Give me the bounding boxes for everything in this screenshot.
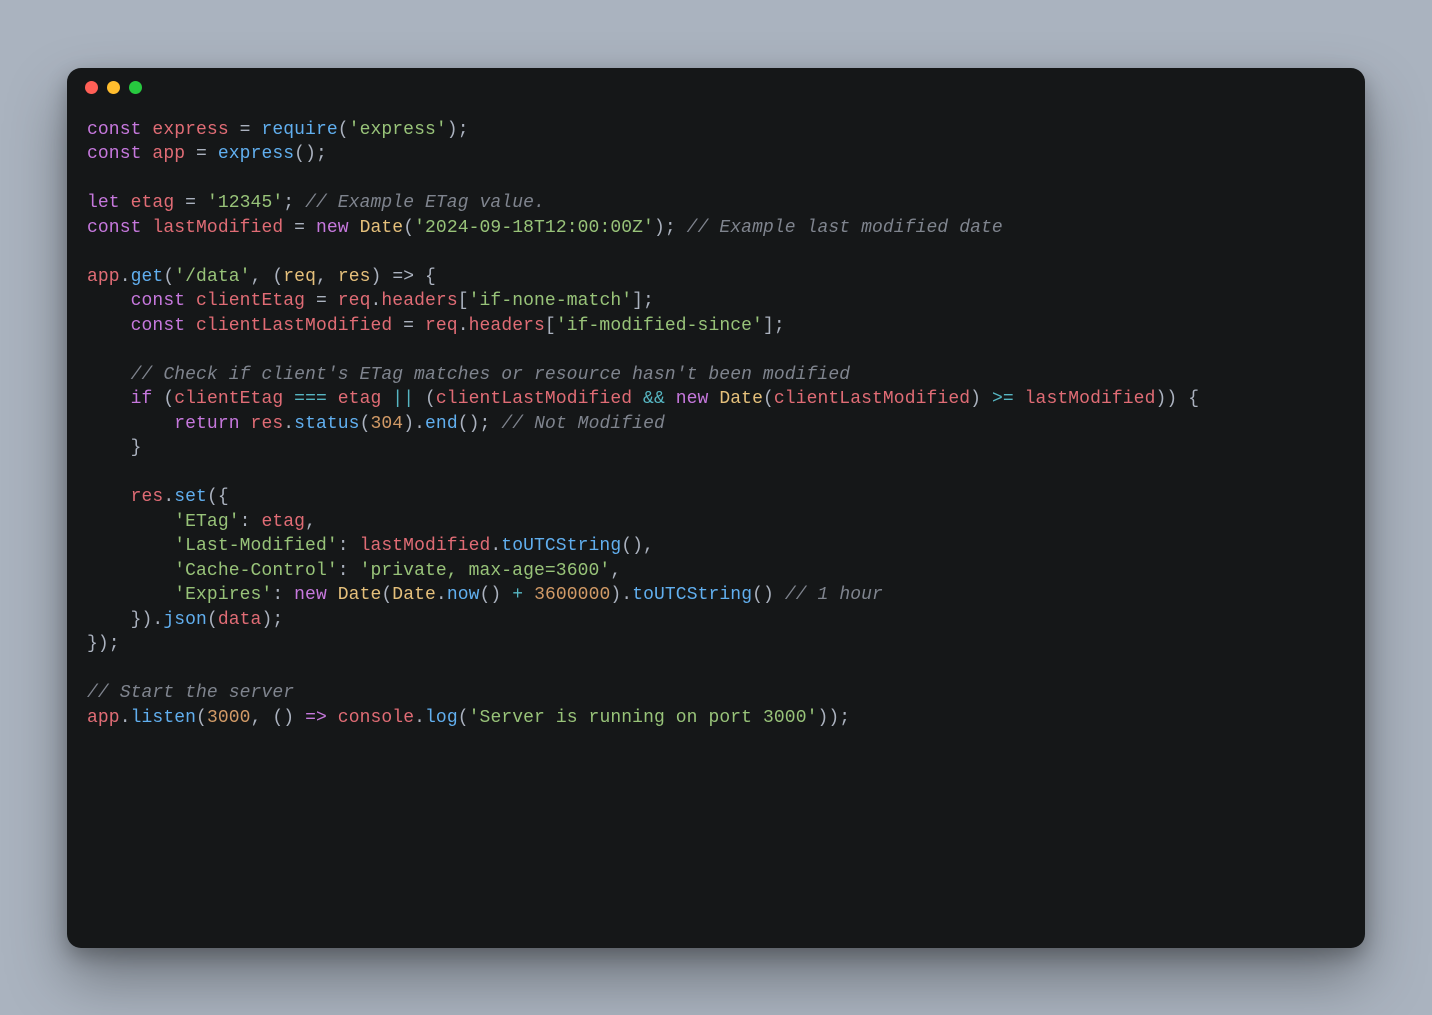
stage: const express = require('express'); cons… <box>0 0 1432 1015</box>
code-token: const <box>87 120 142 140</box>
window-titlebar <box>67 68 1365 108</box>
code-window: const express = require('express'); cons… <box>67 68 1365 948</box>
code-editor[interactable]: const express = require('express'); cons… <box>87 118 1345 928</box>
close-icon[interactable] <box>85 81 98 94</box>
minimize-icon[interactable] <box>107 81 120 94</box>
maximize-icon[interactable] <box>129 81 142 94</box>
